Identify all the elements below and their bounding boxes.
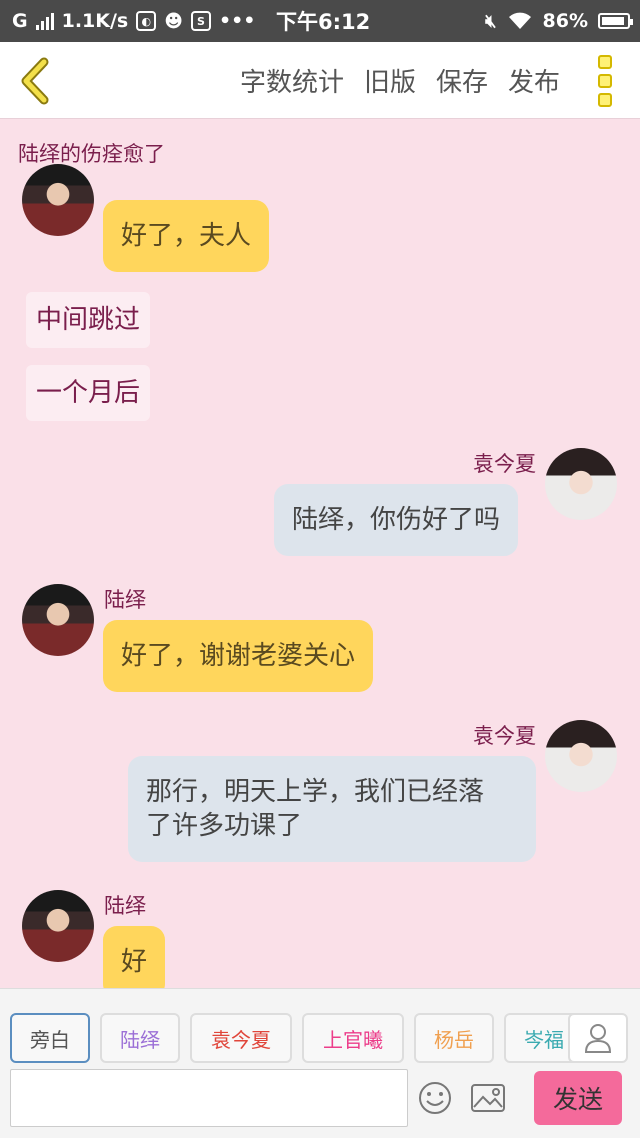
message-bubble[interactable]: 好了，谢谢老婆关心: [103, 620, 374, 692]
avatar-yuanjinxia[interactable]: [545, 448, 617, 520]
add-role-button[interactable]: [568, 1013, 628, 1063]
emoji-icon[interactable]: [418, 1081, 452, 1115]
wifi-icon: [508, 12, 531, 29]
network-speed: 1.1K/s: [61, 10, 129, 32]
dot-icon: [598, 93, 612, 107]
role-selector: 旁白 陆绎 袁今夏 上官曦 杨岳 岑福: [10, 1013, 584, 1063]
avatar-luyi[interactable]: [22, 890, 94, 962]
person-icon: [584, 1024, 612, 1053]
message-line: 那行，明天上学，我们已经落: [146, 777, 485, 807]
action-menu: 字数统计 旧版 保存 发布: [240, 42, 560, 119]
message-input[interactable]: [10, 1069, 408, 1127]
back-button[interactable]: [14, 56, 54, 106]
image-icon[interactable]: [470, 1083, 506, 1113]
battery-icon: [598, 13, 633, 29]
chat-area[interactable]: 陆绎的伤痊愈了 好了，夫人 中间跳过 一个月后 袁今夏 陆绎，你伤好了吗 陆绎 …: [0, 120, 640, 988]
message-line: 了许多功课了: [146, 811, 303, 841]
word-count-button[interactable]: 字数统计: [240, 62, 344, 99]
more-options-button[interactable]: [598, 55, 618, 107]
message-bubble[interactable]: 好: [103, 926, 166, 988]
story-title: 陆绎的伤痊愈了: [18, 142, 165, 166]
s-app-icon: S: [191, 11, 212, 31]
role-tab-luyi[interactable]: 陆绎: [100, 1013, 180, 1063]
avatar-yuanjinxia[interactable]: [545, 720, 617, 792]
old-version-button[interactable]: 旧版: [364, 62, 416, 99]
more-notifications-icon: •••: [219, 10, 256, 32]
speaker-name: 袁今夏: [473, 452, 536, 476]
cat-icon: ☻: [164, 10, 184, 32]
status-bar: G 1.1K/s ◐ ☻ S ••• 下午6:12 🔇︎ 86%: [0, 0, 640, 42]
role-tab-narrator[interactable]: 旁白: [10, 1013, 90, 1063]
message-bubble[interactable]: 好了，夫人: [103, 200, 270, 272]
clock: 下午6:12: [276, 10, 371, 34]
save-button[interactable]: 保存: [436, 62, 488, 99]
avatar-luyi[interactable]: [22, 164, 94, 236]
mute-icon: 🔇︎: [485, 10, 497, 32]
message-bubble[interactable]: 那行，明天上学，我们已经落 了许多功课了: [128, 756, 536, 862]
signal-icon: [35, 12, 54, 30]
avatar-luyi[interactable]: [22, 584, 94, 656]
dot-icon: [598, 74, 612, 88]
composer-panel: 旁白 陆绎 袁今夏 上官曦 杨岳 岑福 发送: [0, 988, 640, 1138]
browser-icon: ◐: [136, 11, 157, 31]
role-tab-yuanjinxia[interactable]: 袁今夏: [190, 1013, 292, 1063]
role-tab-shangguanxi[interactable]: 上官曦: [302, 1013, 404, 1063]
network-type: G: [12, 10, 28, 32]
message-bubble[interactable]: 陆绎，你伤好了吗: [274, 484, 519, 556]
role-tab-yangyue[interactable]: 杨岳: [414, 1013, 494, 1063]
narration-bubble[interactable]: 一个月后: [26, 365, 151, 421]
battery-percent: 86%: [542, 10, 588, 32]
speaker-name: 陆绎: [104, 894, 146, 918]
speaker-name: 袁今夏: [473, 724, 536, 748]
dot-icon: [598, 55, 612, 69]
publish-button[interactable]: 发布: [508, 62, 560, 99]
speaker-name: 陆绎: [104, 588, 146, 612]
app-bar: 字数统计 旧版 保存 发布: [0, 42, 640, 119]
send-button[interactable]: 发送: [534, 1071, 622, 1125]
narration-bubble[interactable]: 中间跳过: [26, 292, 151, 348]
